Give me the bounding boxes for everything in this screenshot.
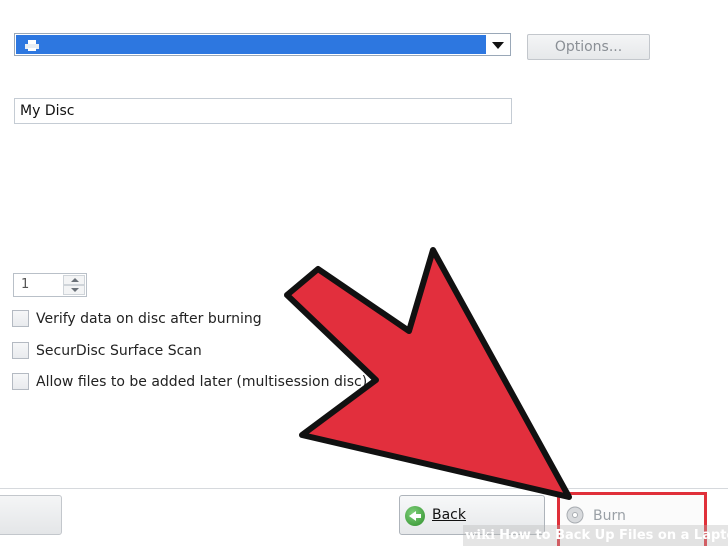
disc-title-input[interactable]: My Disc <box>14 98 512 124</box>
back-arrow-icon <box>405 506 425 526</box>
multisession-checkbox[interactable] <box>12 373 29 390</box>
printer-icon <box>25 40 39 51</box>
recorder-label: Image Recorder [DVD] <box>63 79 231 95</box>
surface-scan-checkbox[interactable] <box>12 342 29 359</box>
verify-data-label: Verify data on disc after burning <box>36 311 262 327</box>
previous-button[interactable] <box>0 495 62 535</box>
bottom-divider <box>0 488 728 489</box>
watermark-text: How to Back Up Files on a Laptop <box>499 528 728 543</box>
recorder-selected-value: Image Recorder [DVD] <box>16 35 486 95</box>
copies-spinner[interactable]: 1 <box>13 273 87 297</box>
burn-label: Burn <box>593 508 626 524</box>
chevron-down-icon <box>71 288 79 292</box>
chevron-down-icon[interactable] <box>492 42 504 49</box>
chevron-up-icon <box>71 278 79 282</box>
watermark: wiki How to Back Up Files on a Laptop <box>463 525 728 546</box>
options-button[interactable]: Options... <box>527 34 650 60</box>
spin-up-button[interactable] <box>63 275 85 285</box>
spin-down-button[interactable] <box>63 285 85 295</box>
disc-burn-icon <box>566 506 584 524</box>
copies-value[interactable]: 1 <box>21 274 29 296</box>
verify-data-checkbox[interactable] <box>12 310 29 327</box>
watermark-brand: wiki <box>465 528 496 543</box>
recorder-select[interactable]: Image Recorder [DVD] <box>14 33 511 95</box>
multisession-label: Allow files to be added later (multisess… <box>36 374 368 390</box>
back-label: Back <box>432 507 466 523</box>
surface-scan-label: SecurDisc Surface Scan <box>36 343 202 359</box>
